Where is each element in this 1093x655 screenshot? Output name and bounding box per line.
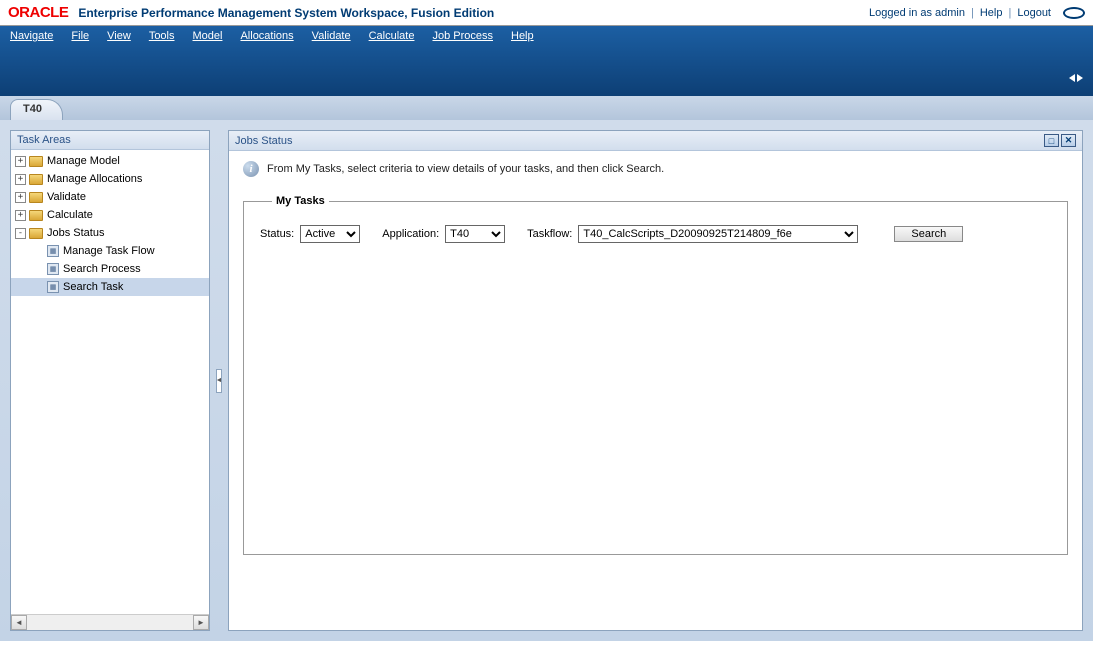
menu-job-process[interactable]: Job Process	[432, 30, 493, 42]
oracle-logo: ORACLE	[8, 4, 68, 21]
search-criteria: Status: Active Application: T40 Taskflow…	[260, 225, 1051, 243]
tab-strip: T40	[0, 96, 1093, 120]
menu-allocations[interactable]: Allocations	[240, 30, 293, 42]
status-select[interactable]: Active	[300, 225, 360, 243]
splitter[interactable]: ◄	[216, 130, 222, 631]
my-tasks-fieldset: My Tasks Status: Active Application: T40…	[243, 195, 1068, 555]
menu-view[interactable]: View	[107, 30, 131, 42]
sidebar-title: Task Areas	[11, 131, 209, 150]
search-button[interactable]: Search	[894, 226, 963, 242]
application-label: Application:	[382, 228, 439, 240]
menu-tools[interactable]: Tools	[149, 30, 175, 42]
main-panel-title: Jobs Status □ ✕	[229, 131, 1082, 151]
task-areas-tree: + Manage Model + Manage Allocations + Validat…	[11, 150, 209, 614]
tab-nav-arrows	[1069, 74, 1083, 82]
sidebar-scrollbar: ◄ ►	[11, 614, 209, 630]
info-icon: i	[243, 161, 259, 177]
menu-help[interactable]: Help	[511, 30, 534, 42]
window-controls: □ ✕	[1044, 134, 1076, 147]
spacer	[33, 282, 44, 293]
collapse-icon[interactable]: -	[15, 228, 26, 239]
close-button[interactable]: ✕	[1061, 134, 1076, 147]
expand-icon[interactable]: +	[15, 192, 26, 203]
folder-icon	[29, 156, 43, 167]
taskflow-label: Taskflow:	[527, 228, 572, 240]
menubar: Navigate File View Tools Model Allocatio…	[0, 26, 1093, 96]
folder-icon	[29, 174, 43, 185]
tree-item-label: Manage Allocations	[47, 173, 142, 185]
tree-item-label: Manage Task Flow	[63, 245, 155, 257]
spacer	[33, 264, 44, 275]
expand-icon[interactable]: +	[15, 156, 26, 167]
tree-item-label: Validate	[47, 191, 86, 203]
folder-icon	[29, 228, 43, 239]
app-header: ORACLE Enterprise Performance Management…	[0, 0, 1093, 26]
fieldset-legend: My Tasks	[272, 195, 329, 207]
menu-model[interactable]: Model	[193, 30, 223, 42]
oval-icon	[1063, 7, 1085, 19]
expand-icon[interactable]: +	[15, 210, 26, 221]
tree-item-label: Manage Model	[47, 155, 120, 167]
footer	[0, 641, 1093, 655]
scroll-right-icon[interactable]: ►	[193, 615, 209, 630]
main-title-text: Jobs Status	[235, 135, 292, 147]
tree-item-manage-model[interactable]: + Manage Model	[11, 152, 209, 170]
logout-link[interactable]: Logout	[1017, 7, 1051, 19]
tree-item-calculate[interactable]: + Calculate	[11, 206, 209, 224]
status-label: Status:	[260, 228, 294, 240]
header-right: Logged in as admin | Help | Logout	[869, 7, 1085, 19]
folder-icon	[29, 210, 43, 221]
tab-next-icon[interactable]	[1077, 74, 1083, 82]
main-panel: Jobs Status □ ✕ i From My Tasks, select …	[228, 130, 1083, 631]
menu-navigate[interactable]: Navigate	[10, 30, 53, 42]
leaf-search-icon: ▦	[47, 263, 59, 275]
menu-calculate[interactable]: Calculate	[369, 30, 415, 42]
folder-icon	[29, 192, 43, 203]
tree-item-label: Jobs Status	[47, 227, 104, 239]
info-row: i From My Tasks, select criteria to view…	[243, 161, 1068, 177]
tree-item-validate[interactable]: + Validate	[11, 188, 209, 206]
app-title: Enterprise Performance Management System…	[78, 6, 494, 20]
tree-item-jobs-status[interactable]: - Jobs Status	[11, 224, 209, 242]
tree-item-label: Search Task	[63, 281, 123, 293]
tree-item-manage-allocations[interactable]: + Manage Allocations	[11, 170, 209, 188]
tree-item-search-task[interactable]: ▦ Search Task	[11, 278, 209, 296]
main-body: i From My Tasks, select criteria to view…	[229, 151, 1082, 630]
tab-prev-icon[interactable]	[1069, 74, 1075, 82]
tree-item-search-process[interactable]: ▦ Search Process	[11, 260, 209, 278]
help-link[interactable]: Help	[980, 7, 1003, 19]
spacer	[33, 246, 44, 257]
tree-item-label: Search Process	[63, 263, 141, 275]
taskflow-select[interactable]: T40_CalcScripts_D20090925T214809_f6e	[578, 225, 858, 243]
application-select[interactable]: T40	[445, 225, 505, 243]
workspace: Task Areas + Manage Model + Manage Allocati…	[0, 120, 1093, 641]
expand-icon[interactable]: +	[15, 174, 26, 185]
sidebar: Task Areas + Manage Model + Manage Allocati…	[10, 130, 210, 631]
scroll-left-icon[interactable]: ◄	[11, 615, 27, 630]
leaf-task-icon: ▦	[47, 281, 59, 293]
tab-t40[interactable]: T40	[10, 99, 63, 120]
info-text: From My Tasks, select criteria to view d…	[267, 163, 664, 175]
menu-file[interactable]: File	[71, 30, 89, 42]
scroll-track[interactable]	[27, 615, 193, 630]
menu-validate[interactable]: Validate	[312, 30, 351, 42]
separator: |	[971, 7, 974, 19]
tree-item-label: Calculate	[47, 209, 93, 221]
tree-item-manage-task-flow[interactable]: ▦ Manage Task Flow	[11, 242, 209, 260]
separator: |	[1008, 7, 1011, 19]
maximize-button[interactable]: □	[1044, 134, 1059, 147]
leaf-flow-icon: ▦	[47, 245, 59, 257]
logged-in-label: Logged in as admin	[869, 7, 965, 19]
splitter-handle-icon[interactable]: ◄	[216, 369, 222, 393]
menu-items: Navigate File View Tools Model Allocatio…	[10, 30, 1083, 42]
